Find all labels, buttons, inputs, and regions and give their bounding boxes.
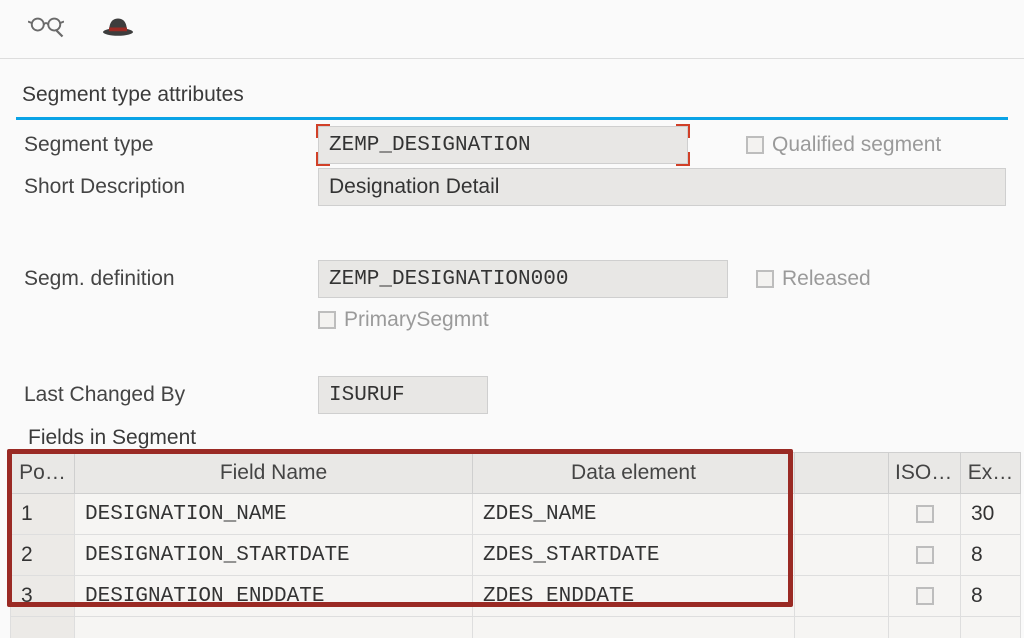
cell-gap [795,576,889,617]
cell-field-name[interactable]: DESIGNATION_NAME [75,494,473,535]
hat-icon[interactable] [100,8,136,44]
segment-type-label: Segment type [18,133,318,157]
primary-segment-checkbox[interactable]: PrimarySegmnt [318,308,489,332]
segment-type-value: ZEMP_DESIGNATION [329,134,531,157]
cell-iso[interactable] [889,576,961,617]
table-row[interactable]: 1 DESIGNATION_NAME ZDES_NAME 30 [11,494,1021,535]
cell-ext-len: 8 [961,535,1021,576]
checkbox-icon [746,136,764,154]
col-header-data-element[interactable]: Data element [473,453,795,494]
col-header-field-name[interactable]: Field Name [75,453,473,494]
checkbox-icon [916,505,934,523]
short-description-label: Short Description [18,175,318,199]
cell-data-element[interactable]: ZDES_ENDDATE [473,576,795,617]
cell-gap [795,494,889,535]
cell-data-element[interactable]: ZDES_NAME [473,494,795,535]
col-header-iso[interactable]: ISO c… [889,453,961,494]
last-changed-by-label: Last Changed By [18,383,318,407]
segm-definition-value: ZEMP_DESIGNATION000 [329,268,568,291]
segment-type-field[interactable]: ZEMP_DESIGNATION [318,126,688,164]
segm-definition-label: Segm. definition [18,267,318,291]
cell-gap [795,535,889,576]
fields-in-segment-title: Fields in Segment [0,416,1024,450]
released-checkbox[interactable]: Released [756,267,871,291]
checkbox-icon [756,270,774,288]
cell-pos: 1 [11,494,75,535]
glasses-icon[interactable] [28,8,64,44]
panel-title: Segment type attributes [16,79,1008,120]
table-row[interactable] [11,617,1021,638]
cell-iso[interactable] [889,535,961,576]
cell-iso[interactable] [889,494,961,535]
cell-pos: 2 [11,535,75,576]
segm-definition-field[interactable]: ZEMP_DESIGNATION000 [318,260,728,298]
col-header-position[interactable]: Po… [11,453,75,494]
cell-ext-len: 30 [961,494,1021,535]
cell-pos: 3 [11,576,75,617]
table-row[interactable]: 2 DESIGNATION_STARTDATE ZDES_STARTDATE 8 [11,535,1021,576]
cell-field-name[interactable]: DESIGNATION_STARTDATE [75,535,473,576]
table-header-row: Po… Field Name Data element ISO c… Ex… [11,453,1021,494]
toolbar [0,0,1024,59]
primary-segment-label: PrimarySegmnt [344,308,489,332]
segment-attributes-panel: Segment type attributes Segment type ZEM… [16,79,1008,416]
last-changed-by-value: ISURUF [329,384,405,407]
cell-ext-len: 8 [961,576,1021,617]
checkbox-icon [318,311,336,329]
last-changed-by-field[interactable]: ISURUF [318,376,488,414]
released-label: Released [782,267,871,291]
form-area: Segment type ZEMP_DESIGNATION Qualified … [16,120,1008,416]
short-description-value: Designation Detail [329,175,499,199]
fields-table-wrap: Po… Field Name Data element ISO c… Ex… 1… [10,452,1020,638]
qualified-segment-label: Qualified segment [772,133,941,157]
cell-field-name[interactable]: DESIGNATION_ENDDATE [75,576,473,617]
checkbox-icon [916,546,934,564]
short-description-field[interactable]: Designation Detail [318,168,1006,206]
cell-data-element[interactable]: ZDES_STARTDATE [473,535,795,576]
col-header-ext-len[interactable]: Ex… [961,453,1021,494]
col-header-gap [795,453,889,494]
checkbox-icon [916,587,934,605]
table-row[interactable]: 3 DESIGNATION_ENDDATE ZDES_ENDDATE 8 [11,576,1021,617]
qualified-segment-checkbox[interactable]: Qualified segment [746,133,941,157]
fields-table: Po… Field Name Data element ISO c… Ex… 1… [10,452,1021,638]
